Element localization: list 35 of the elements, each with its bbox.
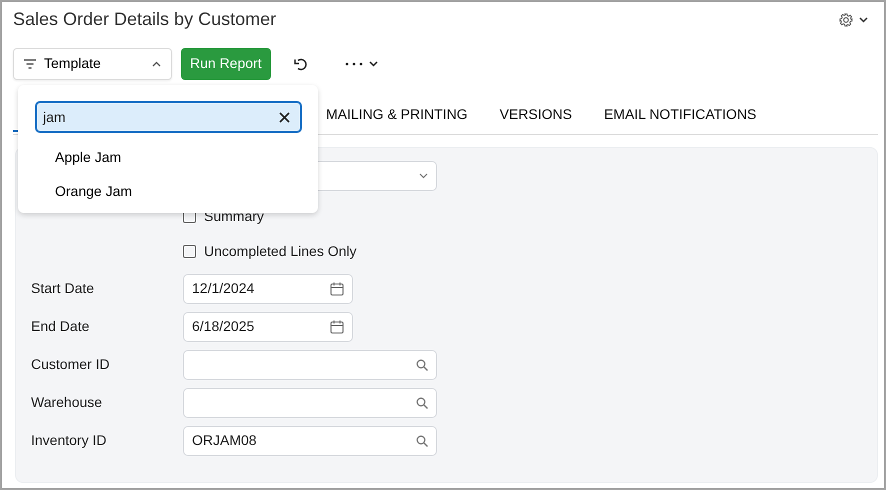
settings-button[interactable] — [839, 12, 868, 27]
field-label: Inventory ID — [31, 431, 108, 450]
lookup-field[interactable] — [183, 388, 437, 418]
settings-icon — [839, 12, 853, 27]
menu-item[interactable]: Orange Jam — [35, 181, 152, 201]
lookup-field[interactable]: ORJAM08 — [183, 426, 437, 456]
calendar-icon — [330, 320, 344, 334]
lookup-field[interactable] — [183, 350, 437, 380]
tab[interactable]: EMAIL NOTIFICATIONS — [604, 98, 756, 134]
chevron-down-icon — [859, 16, 868, 23]
more-icon — [344, 62, 363, 66]
close-icon — [279, 112, 290, 122]
menu-item[interactable]: Apple Jam — [35, 147, 142, 167]
checkbox-label: Summary — [204, 206, 264, 226]
search-icon — [416, 396, 428, 409]
template-dropdown[interactable]: Template — [13, 48, 172, 80]
field-label: Customer ID — [31, 355, 111, 374]
chevron-down-icon — [368, 60, 378, 67]
date-field[interactable]: 12/1/2024 — [183, 274, 353, 304]
field-label: Warehouse — [31, 393, 104, 412]
chevron-down-icon — [419, 172, 428, 179]
search-field[interactable]: jam — [35, 101, 302, 133]
tab[interactable]: VERSIONS — [500, 98, 572, 134]
search-icon — [416, 434, 428, 447]
filter-icon — [24, 58, 36, 69]
search-icon — [416, 358, 428, 371]
window-title: Sales Order Details by Customer — [13, 9, 276, 31]
checkbox[interactable] — [183, 244, 196, 258]
run-report-button[interactable]: Run Report — [181, 48, 271, 80]
field-label: Start Date — [31, 279, 96, 298]
date-field[interactable]: 6/18/2025 — [183, 312, 353, 342]
checkbox-label: Uncompleted Lines Only — [204, 242, 357, 261]
tab[interactable]: MAILING & PRINTING — [326, 98, 468, 134]
calendar-icon — [330, 282, 344, 296]
field-label: End Date — [31, 317, 90, 336]
